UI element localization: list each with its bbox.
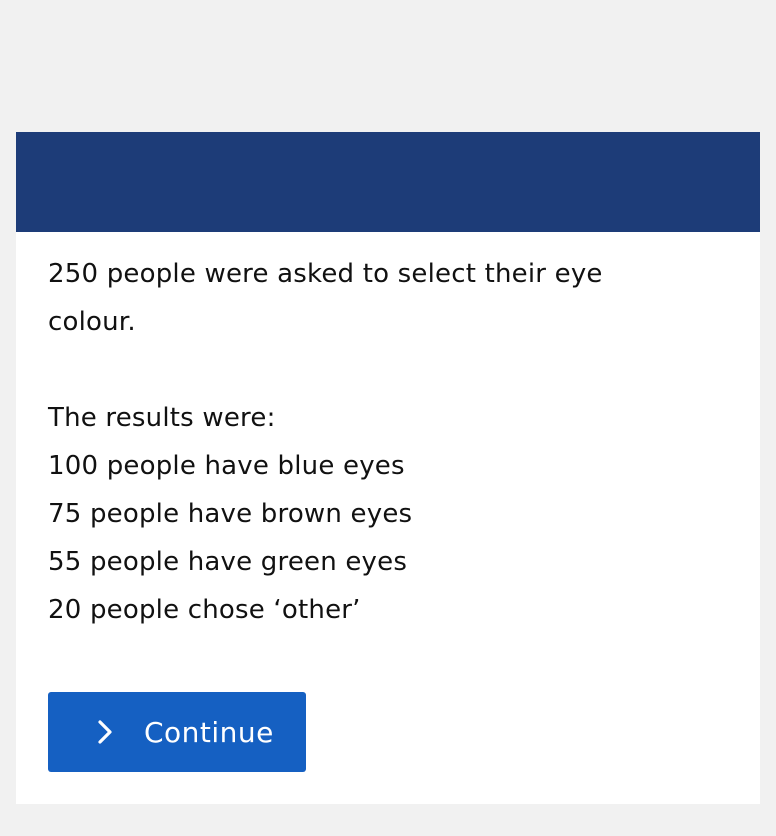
result-item-blue: 100 people have blue eyes [48,451,405,481]
question-body: 250 people were asked to select their ey… [16,232,760,634]
result-item-green: 55 people have green eyes [48,547,408,577]
question-intro: 250 people were asked to select their ey… [48,259,603,337]
card-header-bar [16,132,760,232]
continue-button[interactable]: Continue [48,692,306,772]
question-card: 250 people were asked to select their ey… [16,132,760,804]
result-item-brown: 75 people have brown eyes [48,499,413,529]
results-heading: The results were: [48,403,276,433]
chevron-right-icon [94,720,116,744]
continue-button-label: Continue [144,715,274,749]
result-item-other: 20 people chose ‘other’ [48,595,361,625]
